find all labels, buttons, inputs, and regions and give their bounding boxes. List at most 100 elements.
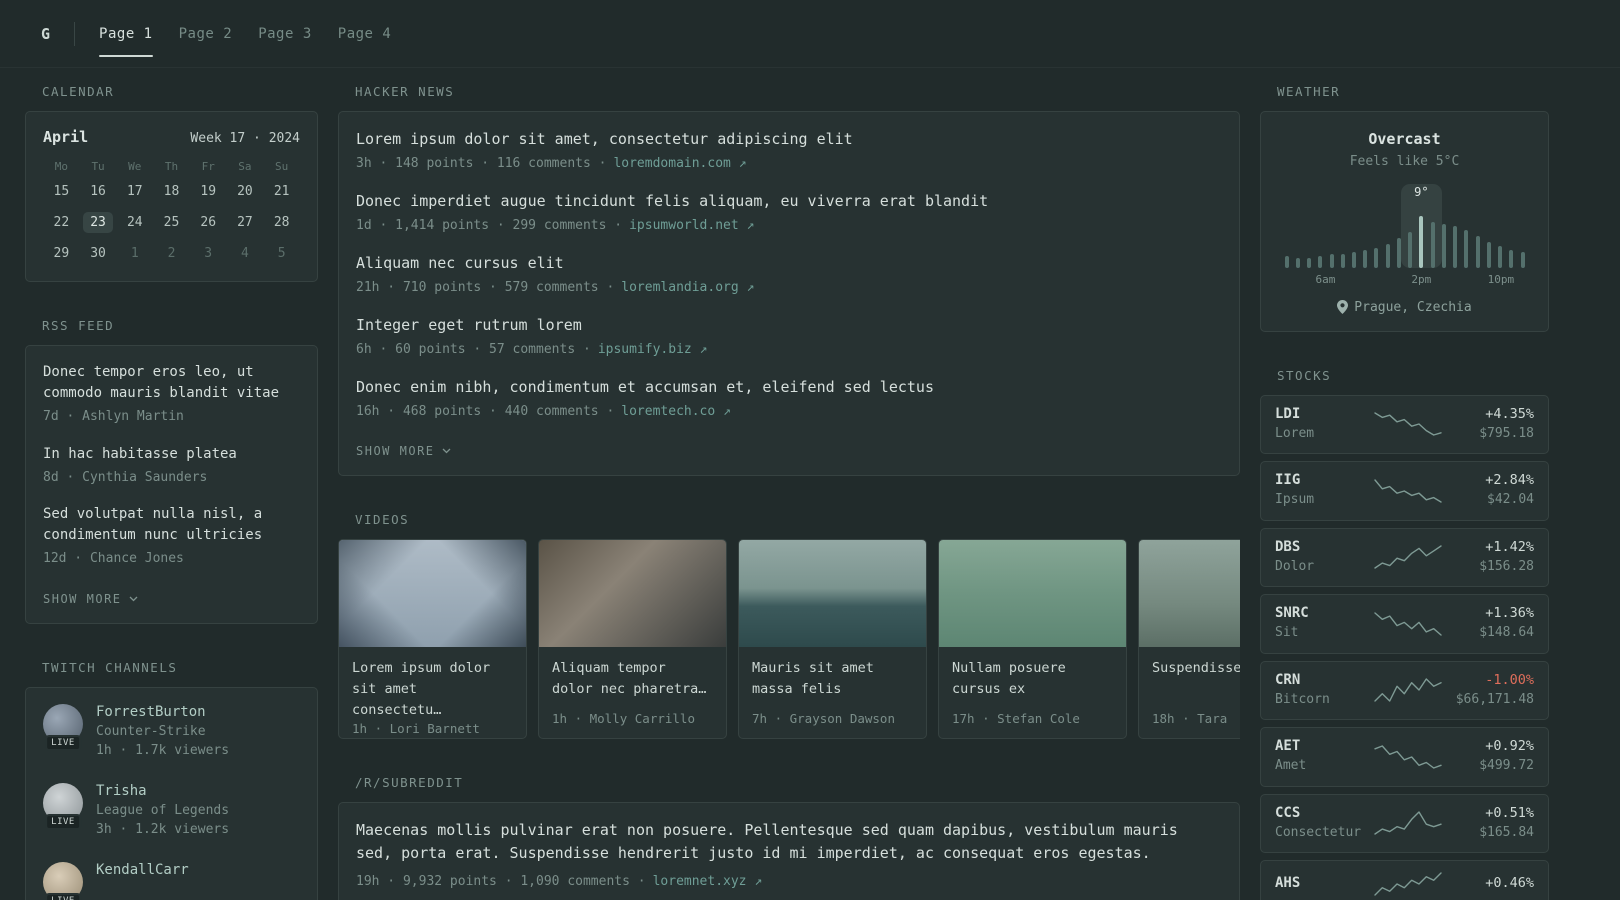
video-thumbnail[interactable] xyxy=(539,540,726,647)
hackernews-item-domain-link[interactable]: ipsumify.biz ↗ xyxy=(598,342,708,357)
channel-name[interactable]: KendallCarr xyxy=(96,862,189,878)
stock-row[interactable]: LDI Lorem +4.35% $795.18 xyxy=(1260,394,1549,454)
weekday-label: Fr xyxy=(201,160,215,173)
stock-ticker: IIG xyxy=(1275,472,1301,488)
calendar-day[interactable]: 3 xyxy=(190,241,227,265)
calendar-day[interactable]: 22 xyxy=(43,210,80,234)
twitch-channel-item[interactable]: LIVE KendallCarr xyxy=(43,861,300,900)
hackernews-item-title[interactable]: Lorem ipsum dolor sit amet, consectetur … xyxy=(356,128,1222,151)
calendar-day[interactable]: 23 xyxy=(80,210,117,234)
rss-show-more-button[interactable]: SHOW MORE xyxy=(43,592,138,606)
video-title[interactable]: Aliquam tempor dolor nec pharetra… xyxy=(552,658,713,700)
twitch-widget: TWITCH CHANNELS LIVE ForrestBurton Count… xyxy=(25,660,318,900)
chevron-down-icon xyxy=(442,448,450,454)
stock-row[interactable]: AET Amet +0.92% $499.72 xyxy=(1260,727,1549,787)
hackernews-item-meta: 21h · 710 points · 579 comments · loremla… xyxy=(356,278,1222,298)
subreddit-post-title[interactable]: Maecenas mollis pulvinar erat non posuer… xyxy=(356,819,1222,864)
calendar-day[interactable]: 21 xyxy=(263,179,300,203)
calendar-day-number: 29 xyxy=(53,245,70,261)
subreddit-post-domain-link[interactable]: loremnet.xyz ↗ xyxy=(653,874,763,889)
calendar-day[interactable]: 20 xyxy=(227,179,264,203)
calendar-day[interactable]: 18 xyxy=(153,179,190,203)
hackernews-show-more-button[interactable]: SHOW MORE xyxy=(356,444,451,458)
calendar-day[interactable]: 28 xyxy=(263,210,300,234)
twitch-channel-item[interactable]: LIVE ForrestBurton Counter-Strike 1h · 1… xyxy=(43,703,300,761)
video-title[interactable]: Suspendisse diam xyxy=(1152,658,1240,679)
hackernews-item-domain-link[interactable]: loremtech.co ↗ xyxy=(621,404,731,419)
calendar-day-number: 18 xyxy=(163,183,180,199)
stock-values: +4.35% $795.18 xyxy=(1448,406,1534,444)
calendar-widget: CALENDAR April Week 17 · 2024 Mo Tu We Th Fr… xyxy=(25,84,318,282)
hackernews-item-title[interactable]: Aliquam nec cursus elit xyxy=(356,252,1222,275)
weather-condition: Overcast xyxy=(1368,130,1441,148)
hackernews-item-title[interactable]: Donec enim nibh, condimentum et accumsan… xyxy=(356,376,1222,399)
hackernews-item-title[interactable]: Donec imperdiet augue tincidunt felis al… xyxy=(356,190,1222,213)
calendar-day[interactable]: 30 xyxy=(80,241,117,265)
video-title[interactable]: Lorem ipsum dolor sit amet consectetu… xyxy=(352,658,513,721)
calendar-day[interactable]: 24 xyxy=(116,210,153,234)
calendar-header: April Week 17 · 2024 xyxy=(43,128,300,146)
stock-sparkline xyxy=(1373,678,1442,702)
calendar-day-number: 26 xyxy=(200,214,217,230)
hackernews-item-domain-link[interactable]: ipsumworld.net ↗ xyxy=(629,218,754,233)
video-card[interactable]: Suspendisse diam 18h · Tara xyxy=(1138,539,1240,739)
twitch-channel-item[interactable]: LIVE Trisha League of Legends 3h · 1.2k … xyxy=(43,782,300,840)
calendar-day[interactable]: 19 xyxy=(190,179,227,203)
channel-avatar: LIVE xyxy=(43,703,83,751)
calendar-day[interactable]: 29 xyxy=(43,241,80,265)
video-thumbnail[interactable] xyxy=(339,540,526,647)
rss-item-title[interactable]: In hac habitasse platea xyxy=(43,444,300,465)
page-tab[interactable]: Page 1 xyxy=(99,20,153,57)
video-title[interactable]: Mauris sit amet massa felis xyxy=(752,658,913,700)
rss-item-title[interactable]: Donec tempor eros leo, ut commodo mauris… xyxy=(43,362,300,404)
calendar-day-number: 17 xyxy=(126,183,143,199)
channel-name[interactable]: ForrestBurton xyxy=(96,704,229,720)
page-tab[interactable]: Page 4 xyxy=(338,20,392,48)
page-tab[interactable]: Page 3 xyxy=(258,20,312,48)
logo[interactable]: G xyxy=(41,25,50,43)
stock-ticker: SNRC xyxy=(1275,605,1309,621)
hackernews-item-stats: 16h · 468 points · 440 comments · xyxy=(356,403,615,419)
calendar-day-number: 27 xyxy=(237,214,253,230)
calendar-day[interactable]: 26 xyxy=(190,210,227,234)
page-tab[interactable]: Page 2 xyxy=(179,20,233,48)
video-title[interactable]: Nullam posuere cursus ex xyxy=(952,658,1113,700)
hackernews-item-domain-link[interactable]: loremdomain.com ↗ xyxy=(613,156,746,171)
video-card[interactable]: Lorem ipsum dolor sit amet consectetu… 1… xyxy=(338,539,527,739)
video-thumbnail[interactable] xyxy=(739,540,926,647)
stock-row[interactable]: CRN Bitcorn -1.00% $66,171.48 xyxy=(1260,660,1549,720)
calendar-day[interactable]: 25 xyxy=(153,210,190,234)
video-thumbnail[interactable] xyxy=(1139,540,1240,647)
hackernews-item: Donec imperdiet augue tincidunt felis al… xyxy=(356,190,1222,235)
stock-row[interactable]: CCS Consectetur +0.51% $165.84 xyxy=(1260,793,1549,853)
video-card[interactable]: Nullam posuere cursus ex 17h · Stefan Co… xyxy=(938,539,1127,739)
calendar-day[interactable]: 17 xyxy=(116,179,153,203)
calendar-day[interactable]: 27 xyxy=(227,210,264,234)
stock-row[interactable]: AHS +0.46% xyxy=(1260,860,1549,900)
channel-name[interactable]: Trisha xyxy=(96,783,229,799)
calendar-day[interactable]: 5 xyxy=(263,241,300,265)
stock-values: +0.51% $165.84 xyxy=(1448,805,1534,843)
video-meta: 1h · Molly Carrillo xyxy=(552,711,695,726)
hackernews-item-title[interactable]: Integer eget rutrum lorem xyxy=(356,314,1222,337)
calendar-day-number: 21 xyxy=(273,183,290,199)
stock-row[interactable]: SNRC Sit +1.36% $148.64 xyxy=(1260,594,1549,654)
rss-item-title[interactable]: Sed volutpat nulla nisl, a condimentum n… xyxy=(43,504,300,546)
stock-row[interactable]: IIG Ipsum +2.84% $42.04 xyxy=(1260,461,1549,521)
stock-price: $148.64 xyxy=(1479,625,1534,640)
stock-row[interactable]: DBS Dolor +1.42% $156.28 xyxy=(1260,527,1549,587)
calendar-day[interactable]: 1 xyxy=(116,241,153,265)
calendar-day[interactable]: 4 xyxy=(227,241,264,265)
calendar-day[interactable]: 16 xyxy=(80,179,117,203)
live-badge: LIVE xyxy=(45,892,81,900)
video-info: Mauris sit amet massa felis 7h · Grayson… xyxy=(739,647,926,738)
video-card[interactable]: Aliquam tempor dolor nec pharetra… 1h · … xyxy=(538,539,727,739)
calendar-day[interactable]: 15 xyxy=(43,179,80,203)
video-thumbnail[interactable] xyxy=(939,540,1126,647)
dashboard: CALENDAR April Week 17 · 2024 Mo Tu We Th Fr… xyxy=(0,68,1620,900)
hackernews-item-domain-link[interactable]: loremlandia.org ↗ xyxy=(621,280,754,295)
video-card[interactable]: Mauris sit amet massa felis 7h · Grayson… xyxy=(738,539,927,739)
location-pin-icon xyxy=(1337,300,1349,314)
weather-location[interactable]: Prague, Czechia xyxy=(1275,300,1534,315)
calendar-day[interactable]: 2 xyxy=(153,241,190,265)
